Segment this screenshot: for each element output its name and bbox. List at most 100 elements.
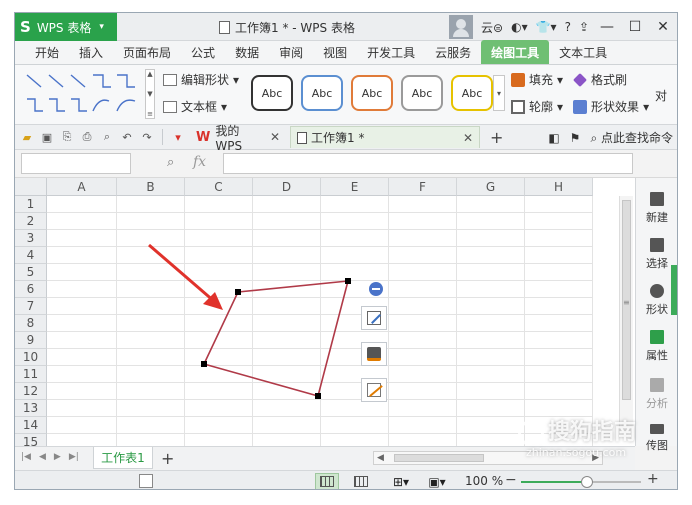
cell[interactable]	[525, 298, 593, 315]
row-header[interactable]: 12	[15, 383, 47, 400]
cell[interactable]	[525, 383, 593, 400]
cell[interactable]	[117, 230, 185, 247]
cell[interactable]	[525, 366, 593, 383]
cell[interactable]	[321, 400, 389, 417]
shape-fill-quick-button[interactable]	[361, 342, 387, 366]
cell[interactable]	[457, 230, 525, 247]
cell[interactable]	[321, 434, 389, 446]
row-header[interactable]: 2	[15, 213, 47, 230]
cell[interactable]	[117, 434, 185, 446]
prev-sheet-icon[interactable]: ◀	[39, 452, 46, 462]
cell[interactable]	[525, 349, 593, 366]
reading-view-button[interactable]: ▣▾	[425, 473, 449, 489]
cell[interactable]	[117, 213, 185, 230]
shape-style-preset[interactable]: Abc	[401, 75, 443, 111]
new-tab-button[interactable]: +	[484, 128, 509, 147]
gallery-scroll[interactable]: ▲ ▼ ≡	[145, 69, 155, 119]
cell[interactable]	[457, 417, 525, 434]
open-folder-icon[interactable]: ▰	[19, 129, 35, 145]
layout-view-button[interactable]: ⊞▾	[389, 473, 413, 489]
column-header[interactable]: H	[525, 178, 593, 196]
cell[interactable]	[389, 315, 457, 332]
shape-style-preset[interactable]: Abc	[251, 75, 293, 111]
cell[interactable]	[389, 264, 457, 281]
cell[interactable]	[117, 383, 185, 400]
undo-icon[interactable]: ↶	[119, 129, 135, 145]
cell[interactable]	[253, 315, 321, 332]
column-header[interactable]: B	[117, 178, 185, 196]
page-break-view-button[interactable]	[349, 473, 373, 489]
cell[interactable]	[185, 315, 253, 332]
cell[interactable]	[117, 417, 185, 434]
task-pane-new[interactable]: 新建	[636, 192, 677, 225]
cell[interactable]	[185, 434, 253, 446]
cell[interactable]	[457, 349, 525, 366]
cell[interactable]	[117, 196, 185, 213]
cell[interactable]	[389, 230, 457, 247]
cell[interactable]	[457, 383, 525, 400]
vertical-scrollbar[interactable]: ≡	[619, 196, 633, 428]
cell[interactable]	[525, 230, 593, 247]
menu-tab[interactable]: 文本工具	[549, 40, 617, 64]
cell[interactable]	[47, 247, 117, 264]
cell[interactable]	[457, 213, 525, 230]
cell[interactable]	[117, 298, 185, 315]
cell[interactable]	[389, 196, 457, 213]
row-header[interactable]: 1	[15, 196, 47, 213]
scroll-left-icon[interactable]: ◀	[377, 453, 384, 463]
cell[interactable]	[253, 332, 321, 349]
cell[interactable]	[389, 349, 457, 366]
avatar[interactable]	[449, 15, 474, 39]
menu-tab[interactable]: 审阅	[269, 40, 313, 64]
cell[interactable]	[389, 383, 457, 400]
menu-tab[interactable]: 绘图工具	[481, 40, 550, 64]
zoom-level[interactable]: 100 %	[465, 474, 503, 488]
cell[interactable]	[389, 366, 457, 383]
cell[interactable]	[117, 349, 185, 366]
column-header[interactable]: D	[253, 178, 321, 196]
shape-outline-quick-button[interactable]	[361, 378, 387, 402]
menu-tab[interactable]: 公式	[181, 40, 225, 64]
shape-style-preset[interactable]: Abc	[301, 75, 343, 111]
cell[interactable]	[117, 332, 185, 349]
normal-view-button[interactable]	[315, 473, 339, 489]
cell[interactable]	[47, 383, 117, 400]
cell[interactable]	[253, 230, 321, 247]
connector-gallery[interactable]	[23, 71, 143, 117]
cell[interactable]	[457, 264, 525, 281]
cell[interactable]	[253, 281, 321, 298]
cell[interactable]	[253, 349, 321, 366]
cell[interactable]	[457, 298, 525, 315]
cell[interactable]	[185, 281, 253, 298]
cell[interactable]	[389, 417, 457, 434]
cell[interactable]	[47, 213, 117, 230]
cell[interactable]	[525, 213, 593, 230]
cell[interactable]	[117, 281, 185, 298]
save-icon[interactable]: ▣	[39, 129, 55, 145]
shape-style-quick-button[interactable]	[361, 306, 387, 330]
cell[interactable]	[185, 196, 253, 213]
customize-toolbar-icon[interactable]: ▾	[170, 129, 186, 145]
menu-tab[interactable]: 开发工具	[357, 40, 425, 64]
select-all-corner[interactable]	[15, 178, 47, 196]
cell[interactable]	[253, 247, 321, 264]
task-pane-analyze[interactable]: 分析	[636, 378, 677, 411]
cell[interactable]	[47, 332, 117, 349]
cell[interactable]	[47, 349, 117, 366]
cell[interactable]	[389, 332, 457, 349]
zoom-slider[interactable]	[521, 476, 641, 488]
cell[interactable]	[321, 230, 389, 247]
shape-style-preset[interactable]: Abc	[451, 75, 493, 111]
sheet-tab[interactable]: 工作表1	[93, 447, 153, 469]
tab-workbook[interactable]: 工作簿1 * ✕	[290, 126, 480, 148]
cell[interactable]	[457, 247, 525, 264]
row-header[interactable]: 3	[15, 230, 47, 247]
menu-tab[interactable]: 插入	[69, 40, 113, 64]
cell[interactable]	[117, 315, 185, 332]
cell[interactable]	[117, 264, 185, 281]
cell[interactable]	[457, 315, 525, 332]
cell[interactable]	[321, 213, 389, 230]
close-icon[interactable]: ✕	[463, 131, 473, 145]
sidebar-toggle-icon[interactable]: ◧	[548, 131, 559, 145]
name-box[interactable]	[21, 153, 131, 174]
